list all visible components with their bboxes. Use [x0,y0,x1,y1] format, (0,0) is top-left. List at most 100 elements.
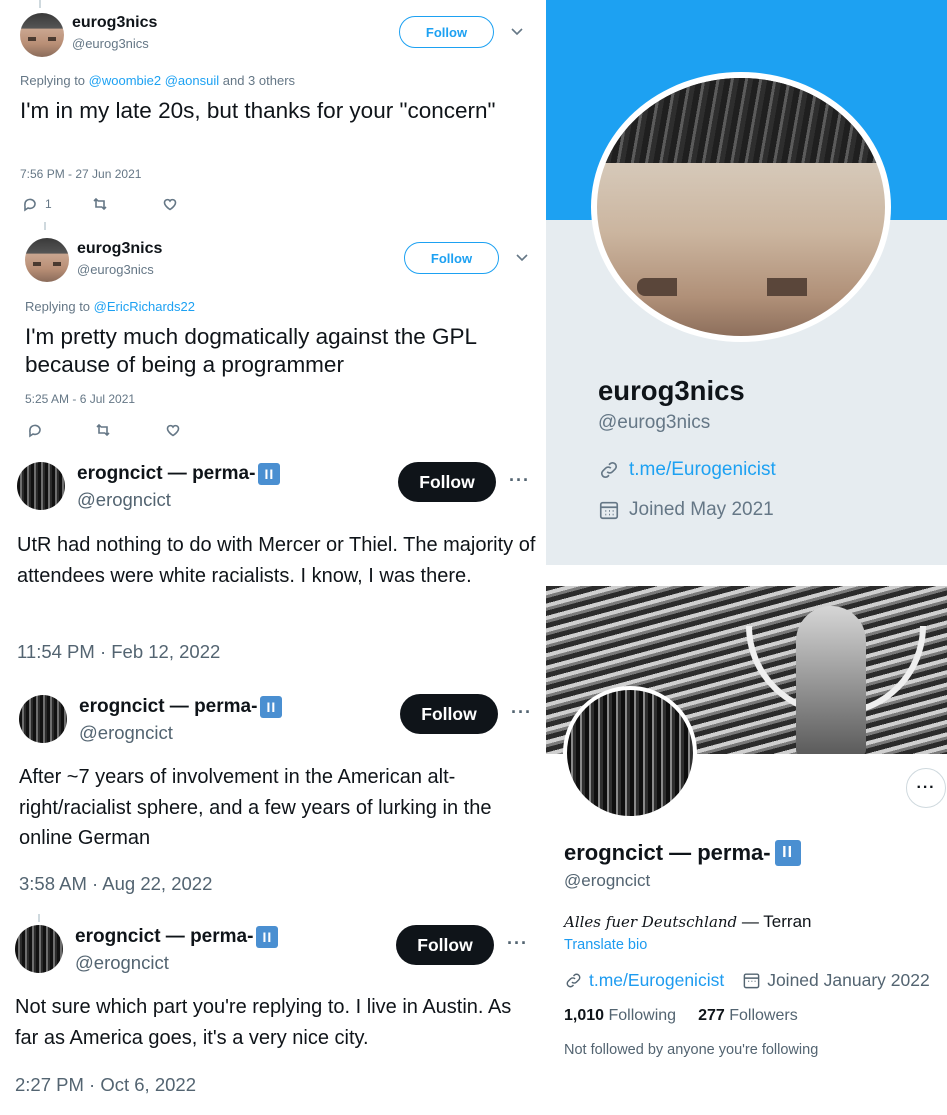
profile-card-erogncict: ··· erogncict — perma- II @erogncict Alle… [546,565,947,1115]
replying-to: Replying to @EricRichards22 [25,299,195,314]
profile-joined: Joined January 2022 [767,970,930,990]
follow-button[interactable]: Follow [398,462,496,502]
thread-connector [39,0,41,8]
tweet-text: I'm pretty much dogmatically against the… [25,324,477,377]
author-name[interactable]: eurog3nics [77,240,162,258]
retweet-icon [96,423,110,437]
author-name[interactable]: erogncict — perma- II [77,463,281,485]
profile-handle: @eurog3nics [598,412,711,433]
tweet-text: Not sure which part you're replying to. … [15,996,512,1049]
bio-fraktur-text: Alles fuer Deutschland [564,913,738,931]
thread-connector [38,914,40,922]
link-icon [566,973,581,988]
profile-link[interactable]: t.me/Eurogenicist [629,459,776,481]
tweet-timestamp[interactable]: 5:25 AM - 6 Jul 2021 [25,392,135,406]
like-icon [166,424,180,437]
author-handle[interactable]: @erogncict [79,722,173,744]
pause-badge-icon: II [258,463,281,485]
profile-avatar[interactable] [563,686,697,820]
banner-eagle [796,606,866,754]
tweet-2: eurog3nics @eurog3nics Follow Replying t… [0,222,546,454]
profile-name: erogncict — perma- II [564,840,801,866]
followed-by-note: Not followed by anyone you're following [564,1042,819,1058]
mention-link[interactable]: @aonsuil [165,73,219,88]
followers-count: 277 [698,1007,725,1024]
calendar-icon [599,501,619,520]
author-handle[interactable]: @erogncict [77,489,171,511]
avatar[interactable] [20,13,64,57]
bio-text: — Terran [737,912,812,931]
reply-icon [29,424,41,438]
follow-button[interactable]: Follow [404,242,499,274]
profile-joined-row: Joined May 2021 [598,499,774,521]
follow-button[interactable]: Follow [396,925,494,965]
avatar[interactable] [17,462,65,510]
tweet-timestamp[interactable]: 2:27 PM · Oct 6, 2022 [15,1074,196,1096]
more-icon[interactable]: ··· [511,702,532,723]
avatar[interactable] [25,238,69,282]
reply-count: 1 [45,197,52,211]
replying-to-suffix: and 3 others [219,73,296,88]
tweet-actions [27,422,181,438]
pause-badge-icon: II [774,840,801,866]
replying-to: Replying to @woombie2 @aonsuil and 3 oth… [20,73,295,88]
avatar-photo-brow [637,278,847,296]
tweet-timestamp[interactable]: 3:58 AM · Aug 22, 2022 [19,873,212,895]
replying-to-prefix: Replying to [20,73,89,88]
author-name[interactable]: erogncict — perma- II [79,696,283,718]
tweet-5: erogncict — perma- II @erogncict Follow ·… [0,910,546,1115]
following-stat[interactable]: 1,010 Following [564,1007,676,1025]
mention-link[interactable]: @woombie2 [89,73,161,88]
profile-meta-row: t.me/Eurogenicist Joined January 2022 [564,970,930,991]
author-name[interactable]: erogncict — perma- II [75,926,279,948]
followers-stat[interactable]: 277 Followers [698,1007,798,1025]
reply-button[interactable]: 1 [22,196,52,212]
tweet-timestamp[interactable]: 11:54 PM · Feb 12, 2022 [17,641,220,663]
retweet-button[interactable] [92,196,108,212]
more-icon[interactable]: ··· [906,768,946,808]
reply-button[interactable] [27,422,43,438]
author-name-text: erogncict — perma- [77,463,256,484]
chevron-down-icon[interactable] [515,250,529,267]
pause-badge-icon: II [256,926,279,948]
tweet-1: eurog3nics @eurog3nics Follow Replying t… [0,0,546,222]
retweet-button[interactable] [95,422,111,438]
avatar[interactable] [15,925,63,973]
author-handle[interactable]: @erogncict [75,952,169,974]
avatar[interactable] [19,695,67,743]
following-label: Following [604,1007,677,1024]
tweet-3: erogncict — perma- II @erogncict Follow ·… [0,454,546,682]
profile-avatar[interactable] [591,72,891,342]
profile-card-eurog3nics: eurog3nics @eurog3nics t.me/Eurogenicist… [546,0,947,565]
author-name[interactable]: eurog3nics [72,14,157,32]
profile-link[interactable]: t.me/Eurogenicist [589,970,724,991]
follow-button[interactable]: Follow [399,16,494,48]
like-button[interactable] [162,196,178,212]
chevron-down-icon[interactable] [510,24,524,41]
tweet-text: After ~7 years of involvement in the Ame… [19,766,492,849]
follow-button[interactable]: Follow [400,694,498,734]
author-handle[interactable]: @eurog3nics [72,36,149,51]
link-icon [600,461,618,479]
profile-link-row[interactable]: t.me/Eurogenicist [598,459,776,481]
followers-label: Followers [724,1007,798,1024]
reply-icon [24,198,36,212]
author-handle[interactable]: @eurog3nics [77,262,154,277]
profile-name: eurog3nics [598,375,745,406]
pause-badge-icon: II [260,696,283,718]
replying-to-prefix: Replying to [25,299,94,314]
profile-handle: @erogncict [564,871,651,890]
tweet-timestamp[interactable]: 7:56 PM - 27 Jun 2021 [20,167,141,181]
mention-link[interactable]: @EricRichards22 [94,299,195,314]
profile-joined: Joined May 2021 [629,499,774,520]
more-icon[interactable]: ··· [509,470,530,491]
like-icon [163,198,176,211]
tweet-4: erogncict — perma- II @erogncict Follow ·… [0,682,546,910]
more-icon[interactable]: ··· [507,933,528,954]
like-button[interactable] [165,422,181,438]
calendar-icon [743,973,760,989]
avatar-photo-hair [597,78,885,163]
translate-bio-link[interactable]: Translate bio [564,937,647,953]
tweet-text: I'm in my late 20s, but thanks for your … [20,98,496,123]
tweet-actions: 1 [22,196,178,212]
